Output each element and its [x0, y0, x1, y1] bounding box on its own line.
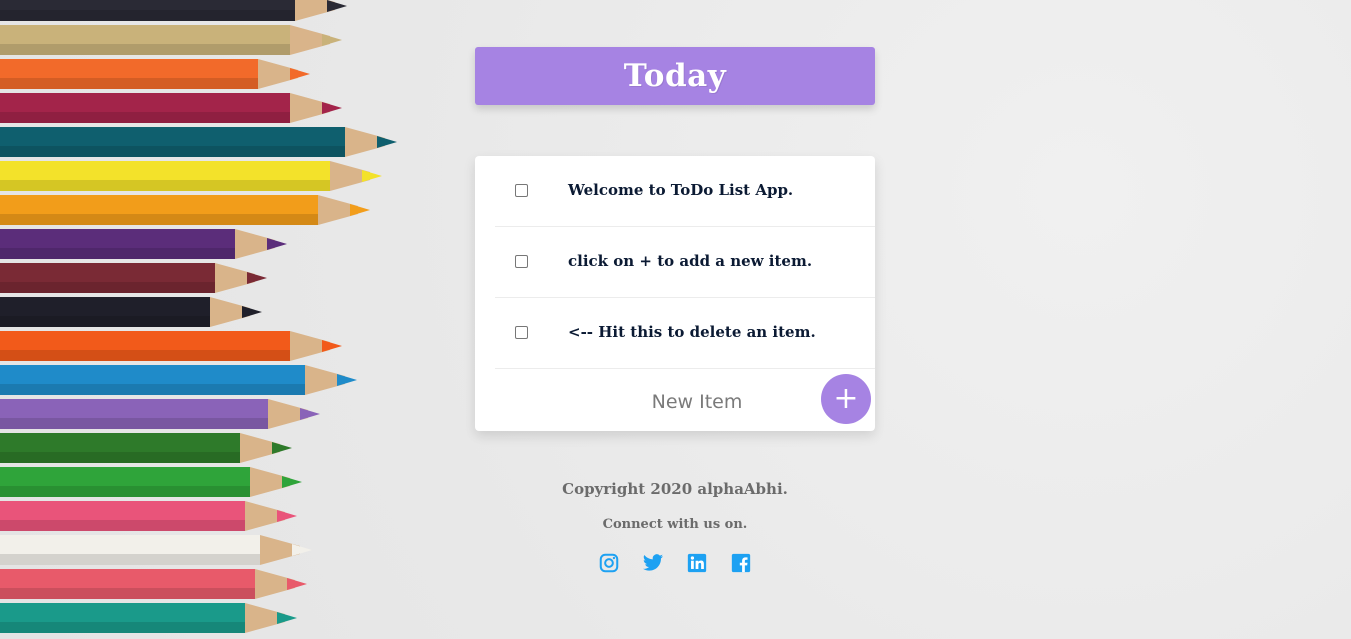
twitter-icon[interactable] — [642, 552, 664, 574]
todo-checkbox[interactable] — [515, 255, 528, 268]
colored-pencils-decoration — [0, 0, 397, 633]
instagram-icon[interactable] — [598, 552, 620, 574]
facebook-icon[interactable] — [730, 552, 752, 574]
todo-checkbox[interactable] — [515, 184, 528, 197]
todo-item: Welcome to ToDo List App. — [495, 156, 875, 227]
social-links — [475, 552, 875, 574]
todo-list-card: Welcome to ToDo List App. click on + to … — [475, 156, 875, 431]
todo-item: click on + to add a new item. — [495, 227, 875, 298]
todo-item-text: click on + to add a new item. — [568, 252, 813, 270]
page-title: Today — [623, 58, 727, 94]
todo-item-text: <-- Hit this to delete an item. — [568, 323, 816, 341]
todo-item-text: Welcome to ToDo List App. — [568, 181, 794, 199]
footer: Copyright 2020 alphaAbhi. Connect with u… — [475, 480, 875, 574]
todo-item: <-- Hit this to delete an item. — [495, 298, 875, 369]
new-item-form: + — [475, 369, 875, 431]
todo-checkbox[interactable] — [515, 326, 528, 339]
add-item-button[interactable]: + — [821, 374, 871, 424]
linkedin-icon[interactable] — [686, 552, 708, 574]
new-item-input[interactable] — [575, 385, 819, 419]
copyright-text: Copyright 2020 alphaAbhi. — [562, 480, 788, 498]
connect-text: Connect with us on. — [602, 517, 748, 532]
heading-banner: Today — [475, 47, 875, 105]
